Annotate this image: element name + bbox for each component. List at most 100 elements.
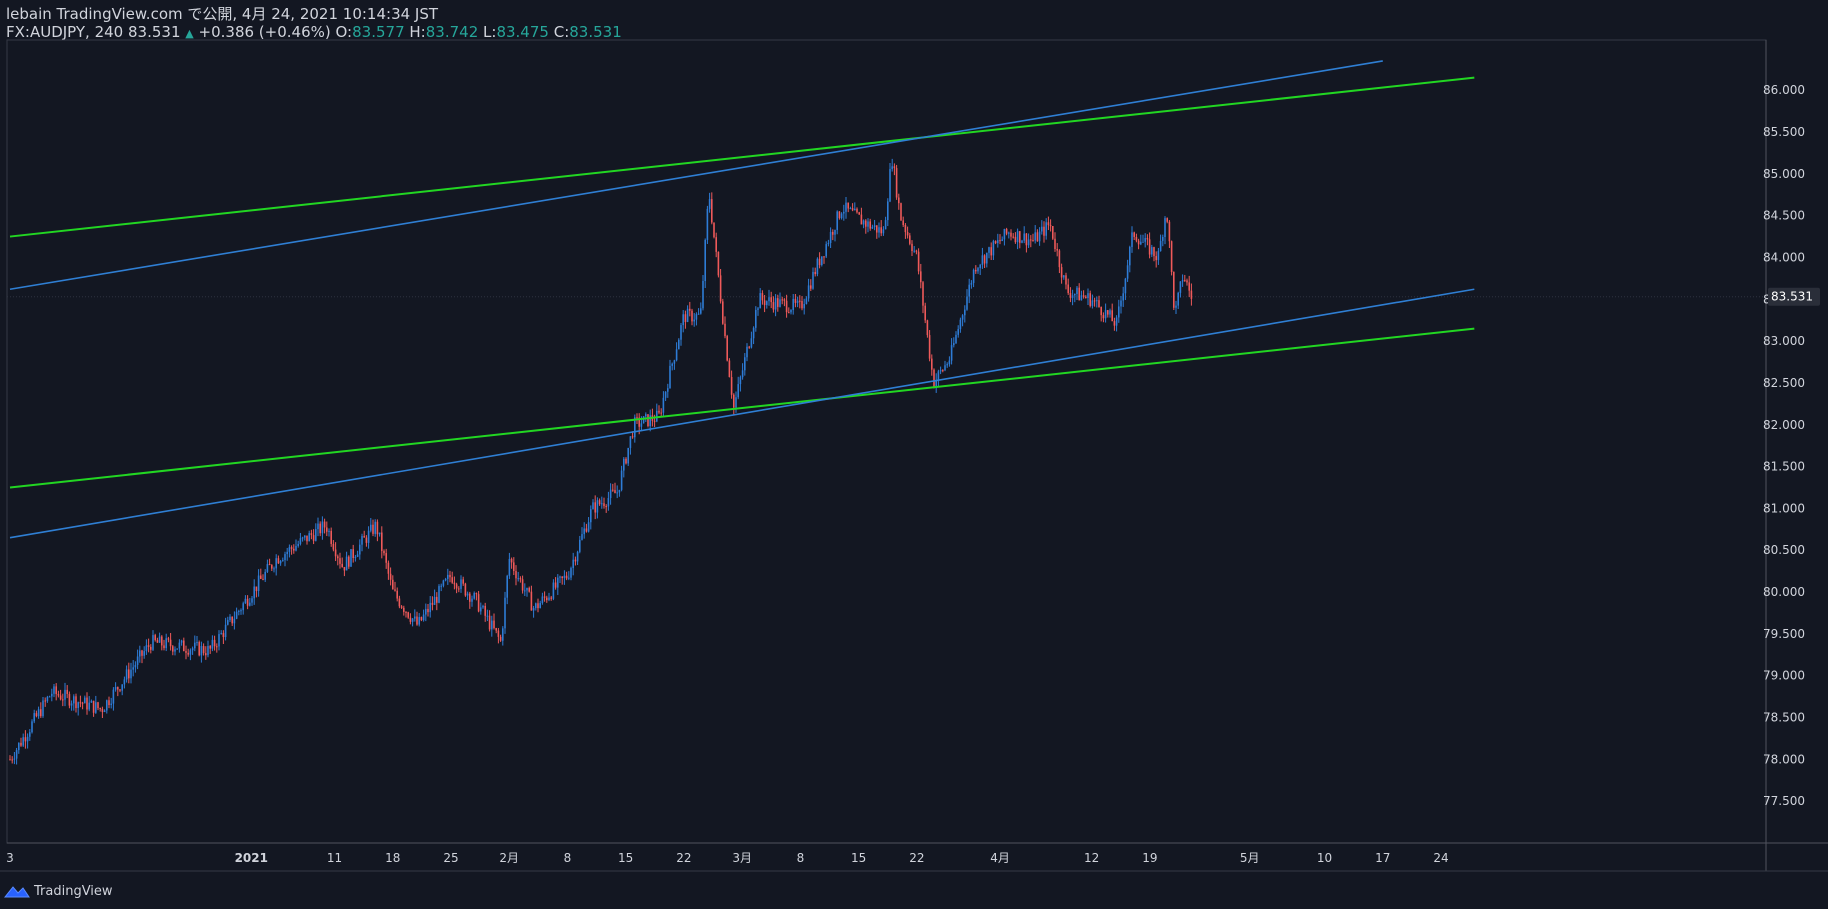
candle-down <box>59 695 62 700</box>
candle-up <box>361 536 363 545</box>
candle-up <box>253 586 255 599</box>
candle-down <box>156 640 159 643</box>
candle-up <box>42 700 44 717</box>
candle-up <box>779 299 781 307</box>
candle-down <box>814 271 816 275</box>
candle-up <box>1181 280 1184 282</box>
brand-label[interactable]: TradingView <box>34 884 113 899</box>
candle-up <box>629 436 632 448</box>
candlestick-chart[interactable]: 77.500 78.000 78.500 79.000 79.500 80.000 80.5… <box>0 0 1828 909</box>
candle-up <box>884 220 887 230</box>
candle-down <box>205 653 207 656</box>
candle-down <box>1168 221 1171 242</box>
candle-up <box>1129 246 1131 266</box>
candle-down <box>1052 226 1054 239</box>
candle-down <box>464 583 467 596</box>
time-tick-label: 15 <box>851 851 866 865</box>
candle-down <box>810 285 812 289</box>
candle-up <box>524 590 526 592</box>
candle-up <box>913 250 915 252</box>
candle-up <box>90 700 93 703</box>
price-tick-label: 86.000 <box>1763 83 1805 97</box>
candle-up <box>759 293 761 309</box>
candle-down <box>97 702 99 709</box>
candle-down <box>715 237 717 252</box>
candle-up <box>1159 240 1162 252</box>
candle-down <box>1153 247 1155 257</box>
candle-up <box>33 713 35 722</box>
candle-up <box>750 338 753 348</box>
candle-up <box>1164 218 1166 238</box>
candle-up <box>843 211 845 214</box>
candle-down <box>1049 225 1052 227</box>
candle-down <box>44 700 46 702</box>
tradingview-logo-icon[interactable] <box>4 884 30 898</box>
candle-up <box>845 202 847 212</box>
candle-down <box>387 562 390 574</box>
candle-up <box>957 329 959 335</box>
candle-up <box>429 602 431 613</box>
candle-up <box>609 489 612 499</box>
candle-down <box>92 700 95 713</box>
candle-down <box>911 243 913 252</box>
price-tick-label: 84.500 <box>1763 209 1805 223</box>
candle-down <box>574 559 577 562</box>
candle-down <box>689 308 691 311</box>
candle-up <box>176 648 178 650</box>
candle-down <box>455 584 458 589</box>
candle-up <box>977 268 979 272</box>
candle-down <box>202 646 205 654</box>
candle-down <box>631 436 634 438</box>
candle-down <box>81 702 84 704</box>
candle-down <box>902 220 904 225</box>
time-tick-label: 8 <box>564 851 572 865</box>
candle-down <box>420 617 423 621</box>
candle-up <box>766 301 768 306</box>
candle-down <box>436 596 438 603</box>
candle-up <box>1038 231 1041 242</box>
candle-up <box>675 349 678 361</box>
candle-up <box>981 255 984 265</box>
candle-down <box>658 410 660 413</box>
candle-down <box>711 199 713 223</box>
candle-up <box>686 308 689 322</box>
candle-up <box>849 208 852 210</box>
candle-up <box>1179 281 1182 293</box>
candle-up <box>460 579 462 589</box>
candle-down <box>277 558 280 564</box>
candle-up <box>671 363 673 366</box>
candle-down <box>372 524 374 534</box>
candle-down <box>365 537 368 543</box>
candle-up <box>867 221 869 227</box>
candle-down <box>326 527 328 532</box>
price-axis: 77.500 78.000 78.500 79.000 79.500 80.000 80.5… <box>1763 83 1820 808</box>
time-axis: 3 2021 11 18 25 2月 8 15 22 3月 8 15 22 4月 12 19 5月 10 17 24 <box>6 851 1449 865</box>
candle-down <box>653 420 656 422</box>
candle-down <box>262 578 264 580</box>
candle-up <box>414 616 416 619</box>
candle-up <box>48 696 51 698</box>
candle-down <box>1186 280 1188 283</box>
candle-up <box>986 252 988 264</box>
candle-up <box>95 702 97 713</box>
price-tick-label: 83.000 <box>1763 334 1805 348</box>
candle-down <box>1137 240 1140 245</box>
candle-down <box>185 651 187 653</box>
footer: TradingView <box>4 881 113 901</box>
candle-up <box>345 556 348 571</box>
candle-up <box>444 578 447 581</box>
candle-down <box>407 612 409 618</box>
candle-down <box>405 611 407 613</box>
candle-down <box>1060 267 1063 278</box>
candle-up <box>645 414 647 417</box>
candle-down <box>24 737 27 742</box>
candle-up <box>570 568 572 578</box>
candle-up <box>299 538 302 544</box>
candle-down <box>1190 290 1193 299</box>
candle-up <box>196 642 198 644</box>
candle-up <box>240 610 242 612</box>
candle-up <box>623 458 625 471</box>
candle-up <box>572 559 574 569</box>
candle-up <box>1151 247 1153 255</box>
candle-up <box>249 602 251 606</box>
